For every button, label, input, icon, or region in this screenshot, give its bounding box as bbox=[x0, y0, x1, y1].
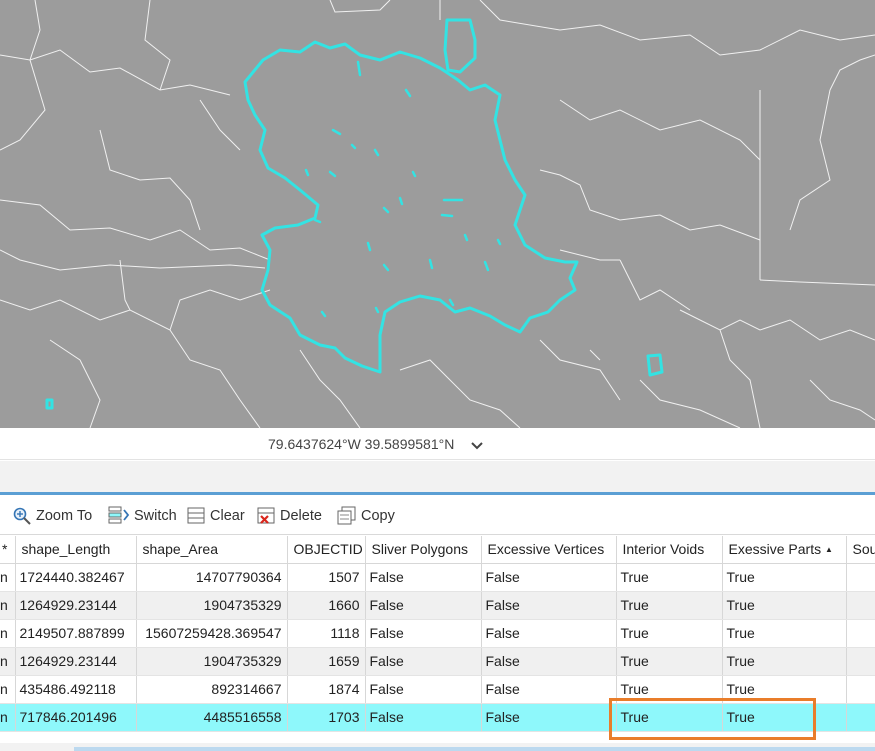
cell-shape-length: 717846.201496 bbox=[15, 703, 137, 732]
cell-shape-length: 1264929.23144 bbox=[15, 647, 137, 676]
attribute-table: * shape_Length shape_Area OBJECTID Slive… bbox=[0, 536, 875, 732]
zoom-to-icon bbox=[13, 507, 31, 525]
cell-exessive-parts: True bbox=[722, 591, 847, 620]
cell-excessive-vertices: False bbox=[481, 563, 617, 592]
cell-shape: n bbox=[0, 619, 16, 648]
sort-ascending-icon: ▲ bbox=[824, 545, 833, 555]
exessive-parts-label: Exessive Parts bbox=[728, 541, 822, 558]
cell-objectid: 1703 bbox=[287, 703, 366, 732]
table-header-row: * shape_Length shape_Area OBJECTID Slive… bbox=[0, 536, 875, 564]
pane-divider bbox=[0, 461, 875, 493]
cell-excessive-vertices: False bbox=[481, 591, 617, 620]
cell-sliver-polygons: False bbox=[365, 591, 482, 620]
cell-shape-area: 15607259428.369547 bbox=[136, 619, 288, 648]
zoom-to-button[interactable]: Zoom To bbox=[12, 503, 92, 529]
scrollbar-thumb[interactable] bbox=[74, 747, 875, 751]
column-header-interior-voids[interactable]: Interior Voids bbox=[616, 536, 723, 564]
cell-interior-voids: True bbox=[616, 703, 723, 732]
table-row[interactable]: n 1264929.23144 1904735329 1659 False Fa… bbox=[0, 647, 875, 676]
coordinate-bar: 79.6437624°W 39.5899581°N bbox=[0, 428, 875, 460]
copy-button[interactable]: Copy bbox=[337, 503, 395, 529]
cell-exessive-parts: True bbox=[722, 703, 847, 732]
cell-shape-area: 1904735329 bbox=[136, 591, 288, 620]
column-header-objectid[interactable]: OBJECTID bbox=[287, 536, 366, 564]
attribute-table-toolbar: Zoom To Switch Clear Delete Copy bbox=[0, 495, 875, 535]
cell-sliver-polygons: False bbox=[365, 619, 482, 648]
column-header-shape-area[interactable]: shape_Area bbox=[136, 536, 288, 564]
cell-excessive-vertices: False bbox=[481, 619, 617, 648]
cell-objectid: 1660 bbox=[287, 591, 366, 620]
switch-label: Switch bbox=[134, 508, 177, 524]
clear-label: Clear bbox=[210, 508, 245, 524]
cell-source bbox=[846, 703, 875, 732]
cell-interior-voids: True bbox=[616, 675, 723, 704]
delete-button[interactable]: Delete bbox=[256, 503, 322, 529]
delete-label: Delete bbox=[280, 508, 322, 524]
cell-exessive-parts: True bbox=[722, 619, 847, 648]
cell-source bbox=[846, 619, 875, 648]
cell-source bbox=[846, 647, 875, 676]
cell-interior-voids: True bbox=[616, 619, 723, 648]
cell-shape: n bbox=[0, 591, 16, 620]
column-header-exessive-parts[interactable]: Exessive Parts ▲ bbox=[722, 536, 847, 564]
map-canvas[interactable] bbox=[0, 0, 875, 428]
cell-objectid: 1874 bbox=[287, 675, 366, 704]
switch-icon bbox=[108, 506, 130, 524]
cell-shape: n bbox=[0, 703, 16, 732]
cell-shape-area: 4485516558 bbox=[136, 703, 288, 732]
cell-shape-length: 435486.492118 bbox=[15, 675, 137, 704]
cell-sliver-polygons: False bbox=[365, 703, 482, 732]
zoom-to-label: Zoom To bbox=[36, 508, 93, 524]
coordinate-readout: 79.6437624°W 39.5899581°N bbox=[268, 436, 455, 452]
cell-exessive-parts: True bbox=[722, 647, 847, 676]
cell-exessive-parts: True bbox=[722, 563, 847, 592]
table-row-selected[interactable]: n 717846.201496 4485516558 1703 False Fa… bbox=[0, 703, 875, 732]
delete-icon bbox=[257, 507, 275, 524]
column-header-excessive-vertices[interactable]: Excessive Vertices bbox=[481, 536, 617, 564]
cell-interior-voids: True bbox=[616, 563, 723, 592]
cell-excessive-vertices: False bbox=[481, 647, 617, 676]
cell-source bbox=[846, 675, 875, 704]
clear-icon bbox=[187, 507, 205, 524]
cell-excessive-vertices: False bbox=[481, 703, 617, 732]
column-header-source[interactable]: Sou bbox=[846, 536, 875, 564]
cell-shape: n bbox=[0, 563, 16, 592]
cell-excessive-vertices: False bbox=[481, 675, 617, 704]
cell-interior-voids: True bbox=[616, 591, 723, 620]
chevron-down-icon[interactable] bbox=[471, 438, 483, 454]
cell-shape: n bbox=[0, 675, 16, 704]
copy-icon bbox=[337, 506, 356, 525]
county-boundaries bbox=[0, 0, 875, 428]
cell-sliver-polygons: False bbox=[365, 563, 482, 592]
cell-objectid: 1507 bbox=[287, 563, 366, 592]
table-row[interactable]: n 435486.492118 892314667 1874 False Fal… bbox=[0, 675, 875, 704]
cell-shape-length: 1724440.382467 bbox=[15, 563, 137, 592]
cell-source bbox=[846, 591, 875, 620]
table-row[interactable]: n 1264929.23144 1904735329 1660 False Fa… bbox=[0, 591, 875, 620]
column-header-shape-length[interactable]: shape_Length bbox=[15, 536, 137, 564]
cell-objectid: 1118 bbox=[287, 619, 366, 648]
cell-shape-length: 2149507.887899 bbox=[15, 619, 137, 648]
horizontal-scrollbar[interactable] bbox=[0, 743, 875, 751]
clear-selection-button[interactable]: Clear bbox=[186, 503, 245, 529]
table-row[interactable]: n 1724440.382467 14707790364 1507 False … bbox=[0, 563, 875, 592]
cell-source bbox=[846, 563, 875, 592]
cell-shape-area: 14707790364 bbox=[136, 563, 288, 592]
column-header-shape[interactable]: * bbox=[0, 536, 16, 564]
cell-sliver-polygons: False bbox=[365, 647, 482, 676]
table-row[interactable]: n 2149507.887899 15607259428.369547 1118… bbox=[0, 619, 875, 648]
cell-shape: n bbox=[0, 647, 16, 676]
cell-exessive-parts: True bbox=[722, 675, 847, 704]
copy-label: Copy bbox=[361, 508, 395, 524]
column-header-sliver-polygons[interactable]: Sliver Polygons bbox=[365, 536, 482, 564]
interior-voids bbox=[304, 60, 502, 318]
cell-shape-length: 1264929.23144 bbox=[15, 591, 137, 620]
cell-interior-voids: True bbox=[616, 647, 723, 676]
cell-objectid: 1659 bbox=[287, 647, 366, 676]
cell-shape-area: 1904735329 bbox=[136, 647, 288, 676]
map-view[interactable] bbox=[0, 0, 875, 428]
switch-selection-button[interactable]: Switch bbox=[108, 503, 177, 529]
cell-shape-area: 892314667 bbox=[136, 675, 288, 704]
cell-sliver-polygons: False bbox=[365, 675, 482, 704]
